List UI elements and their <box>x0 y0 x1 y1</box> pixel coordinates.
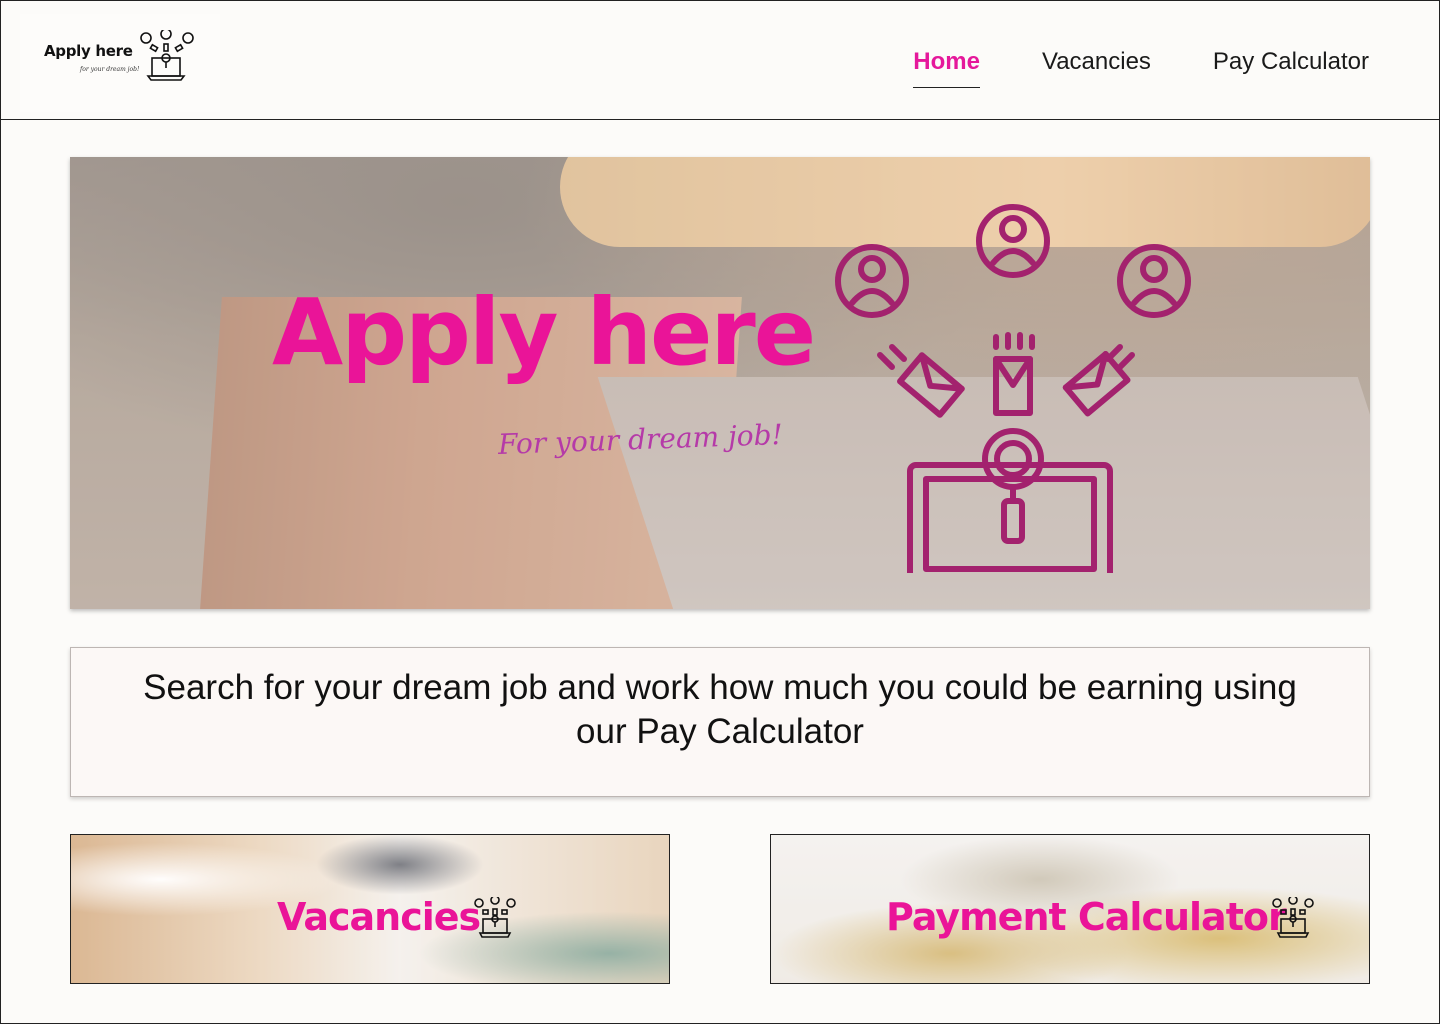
job-search-laptop-icon <box>1272 897 1314 938</box>
vacancies-card[interactable]: Vacancies <box>70 834 670 984</box>
hero-title: Apply here <box>272 279 816 386</box>
nav-item-vacancies[interactable]: Vacancies <box>1042 48 1151 88</box>
tagline-box: Search for your dream job and work how m… <box>70 647 1370 797</box>
site-header: Apply here for your dream job! Home Vaca… <box>0 0 1440 120</box>
logo-subtitle: for your dream job! <box>80 66 140 73</box>
tagline-text: Search for your dream job and work how m… <box>143 668 1297 751</box>
payment-calculator-card-label: Payment Calculator <box>886 895 1287 939</box>
vacancies-card-label: Vacancies <box>277 895 481 939</box>
job-search-laptop-icon <box>474 897 516 938</box>
main-nav: Home Vacancies Pay Calculator <box>913 48 1369 88</box>
nav-item-home[interactable]: Home <box>913 48 980 88</box>
hero-banner: Apply here For your dream job! <box>70 157 1370 609</box>
logo-title: Apply here <box>44 42 133 60</box>
job-search-laptop-icon <box>140 30 194 81</box>
job-search-laptop-icon <box>835 204 1191 573</box>
site-logo[interactable]: Apply here for your dream job! <box>20 14 220 112</box>
payment-calculator-card[interactable]: Payment Calculator <box>770 834 1370 984</box>
nav-item-pay-calculator[interactable]: Pay Calculator <box>1213 48 1369 88</box>
